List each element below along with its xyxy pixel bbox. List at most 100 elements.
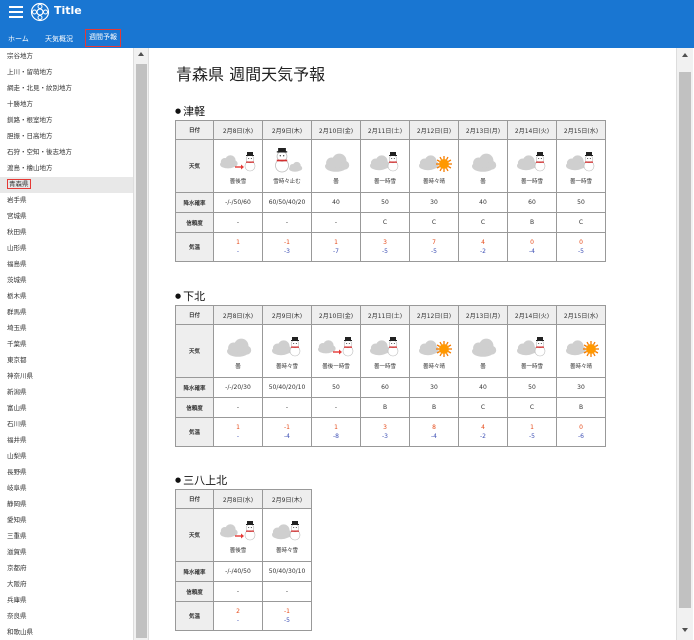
sidebar-item[interactable]: 大阪府 <box>0 577 133 593</box>
min-temp: -3 <box>284 248 290 255</box>
temp-row: 気温 1- -1 -4 1 -8 3 -3 8 -4 4 -2 1 -5 0 -6 <box>175 417 606 447</box>
sidebar-item-label: 宮城県 <box>7 212 27 220</box>
date-header: 2月9日(木) <box>262 120 312 140</box>
sidebar-item[interactable]: 秋田県 <box>0 225 133 241</box>
sidebar-item[interactable]: 和歌山県 <box>0 625 133 640</box>
region-section: 下北日付2月8日(水)2月9日(木)2月10日(金)2月11日(土)2月12日(… <box>175 289 606 447</box>
reliability-cell: - <box>262 581 312 602</box>
menu-icon[interactable] <box>9 6 23 18</box>
min-temp: -5 <box>431 248 437 255</box>
app-title: Title <box>54 4 82 17</box>
max-temp: 0 <box>530 239 534 246</box>
min-temp: -5 <box>382 248 388 255</box>
weather-cell: 曇時々晴 <box>556 324 606 378</box>
sidebar-item[interactable]: 岐阜県 <box>0 481 133 497</box>
cloudy-then-snow-icon <box>220 151 256 171</box>
row-header-weather: 天気 <box>175 139 214 193</box>
scroll-up-icon[interactable] <box>682 53 688 57</box>
sidebar-item[interactable]: 神奈川県 <box>0 369 133 385</box>
reliability-cell: B <box>556 397 606 418</box>
tab-weekly-forecast[interactable]: 週間予報 <box>85 29 121 47</box>
weather-cell: 曇一時雪 <box>507 324 557 378</box>
sidebar-item[interactable]: 山梨県 <box>0 449 133 465</box>
pop-cell: 50 <box>507 377 557 398</box>
main-scrollbar[interactable] <box>676 48 693 640</box>
date-header: 2月10日(金) <box>311 305 361 325</box>
temp-cell: 0 -6 <box>556 417 606 447</box>
sidebar-item[interactable]: 石川県 <box>0 417 133 433</box>
sidebar-item[interactable]: 胆振・日高地方 <box>0 129 133 145</box>
cloudy-sometimes-sunny-icon <box>566 339 599 357</box>
sidebar-item[interactable]: 富山県 <box>0 401 133 417</box>
sidebar-item[interactable]: 群馬県 <box>0 305 133 321</box>
sidebar-item[interactable]: 兵庫県 <box>0 593 133 609</box>
reliability-row: 信頼度 - - - C C C B C <box>175 212 606 233</box>
sidebar-item[interactable]: 福島県 <box>0 257 133 273</box>
sidebar-item[interactable]: 宮城県 <box>0 209 133 225</box>
sidebar-item[interactable]: 福井県 <box>0 433 133 449</box>
cloudy-icon <box>325 153 350 172</box>
sidebar-item-label: 福島県 <box>7 260 27 268</box>
sidebar-item[interactable]: 三重県 <box>0 529 133 545</box>
main-scroll-thumb[interactable] <box>679 72 691 608</box>
sidebar-item[interactable]: 奈良県 <box>0 609 133 625</box>
sidebar-item[interactable]: 宗谷地方 <box>0 49 133 65</box>
sidebar-item[interactable]: 東京都 <box>0 353 133 369</box>
pop-cell: 50 <box>360 192 410 213</box>
weather-cell: 曇一時雪 <box>360 324 410 378</box>
forecast-table: 日付 2月8日(水) 2月9日(木) 2月10日(金) 2月11日(土) 2月12日(日)… <box>175 120 606 262</box>
sidebar-item[interactable]: 上川・留萌地方 <box>0 65 133 81</box>
sidebar-item[interactable]: 埼玉県 <box>0 321 133 337</box>
sidebar-item[interactable]: 愛知県 <box>0 513 133 529</box>
sidebar: 宗谷地方 上川・留萌地方 網走・北見・紋別地方 十勝地方 釧路・根室地方 胆振・日高地方石… <box>0 48 134 640</box>
weather-cell: 曇時々雪 <box>262 324 312 378</box>
row-header-reliability: 信頼度 <box>175 581 214 602</box>
sidebar-item-label: 岩手県 <box>7 196 27 204</box>
sidebar-item[interactable]: 十勝地方 <box>0 97 133 113</box>
sidebar-item[interactable]: 渡島・檜山地方 <box>0 161 133 177</box>
sidebar-scrollbar[interactable] <box>134 48 149 640</box>
scroll-down-icon[interactable] <box>682 628 688 632</box>
sidebar-item[interactable]: 釧路・根室地方 <box>0 113 133 129</box>
sidebar-item-label: 茨城県 <box>7 276 27 284</box>
max-temp: 0 <box>579 424 583 431</box>
sidebar-scroll-thumb[interactable] <box>136 64 147 638</box>
tab-home[interactable]: ホーム <box>8 31 29 49</box>
reliability-cell: - <box>213 581 263 602</box>
date-header: 2月9日(木) <box>262 489 312 509</box>
sidebar-item[interactable]: 茨城県 <box>0 273 133 289</box>
reliability-cell: - <box>311 397 361 418</box>
pop-cell: 40 <box>458 377 508 398</box>
max-temp: 1 <box>334 424 338 431</box>
sidebar-item-label: 埼玉県 <box>7 324 27 332</box>
sidebar-item[interactable]: 山形県 <box>0 241 133 257</box>
weather-text: 雪時々止む <box>273 178 301 185</box>
temp-cell: -1 -3 <box>262 232 312 262</box>
sidebar-item[interactable]: 岩手県 <box>0 193 133 209</box>
sidebar-item[interactable]: 栃木県 <box>0 289 133 305</box>
min-temp: -4 <box>431 433 437 440</box>
sidebar-item[interactable]: 新潟県 <box>0 385 133 401</box>
pop-cell: 60 <box>507 192 557 213</box>
scroll-up-icon[interactable] <box>138 52 144 56</box>
weather-text: 曇一時雪 <box>569 178 592 185</box>
sidebar-item-label: 山梨県 <box>7 452 27 460</box>
sidebar-item[interactable]: 京都府 <box>0 561 133 577</box>
sidebar-item[interactable]: 青森県 <box>0 177 133 193</box>
sidebar-item[interactable]: 長野県 <box>0 465 133 481</box>
sidebar-item[interactable]: 千葉県 <box>0 337 133 353</box>
pop-cell: 50 <box>556 192 606 213</box>
max-temp: -1 <box>284 608 290 615</box>
sidebar-item[interactable]: 石狩・空知・後志地方 <box>0 145 133 161</box>
app-window: Title ホーム 天気概況 週間予報 宗谷地方 上川・留萌地方 網走・北見・紋別地… <box>0 0 694 640</box>
sidebar-item[interactable]: 網走・北見・紋別地方 <box>0 81 133 97</box>
sidebar-item[interactable]: 滋賀県 <box>0 545 133 561</box>
tab-weather-overview[interactable]: 天気概況 <box>45 31 73 49</box>
reliability-cell: C <box>409 212 459 233</box>
sidebar-item[interactable]: 静岡県 <box>0 497 133 513</box>
pop-cell: 30 <box>409 377 459 398</box>
min-temp: -4 <box>284 433 290 440</box>
date-row: 日付 2月8日(水) 2月9日(木) 2月10日(金) 2月11日(土) 2月12日(日)… <box>175 305 606 325</box>
region-section: 津軽日付2月8日(水)2月9日(木)2月10日(金)2月11日(土)2月12日(… <box>175 104 606 262</box>
sidebar-item-label: 石川県 <box>7 420 27 428</box>
